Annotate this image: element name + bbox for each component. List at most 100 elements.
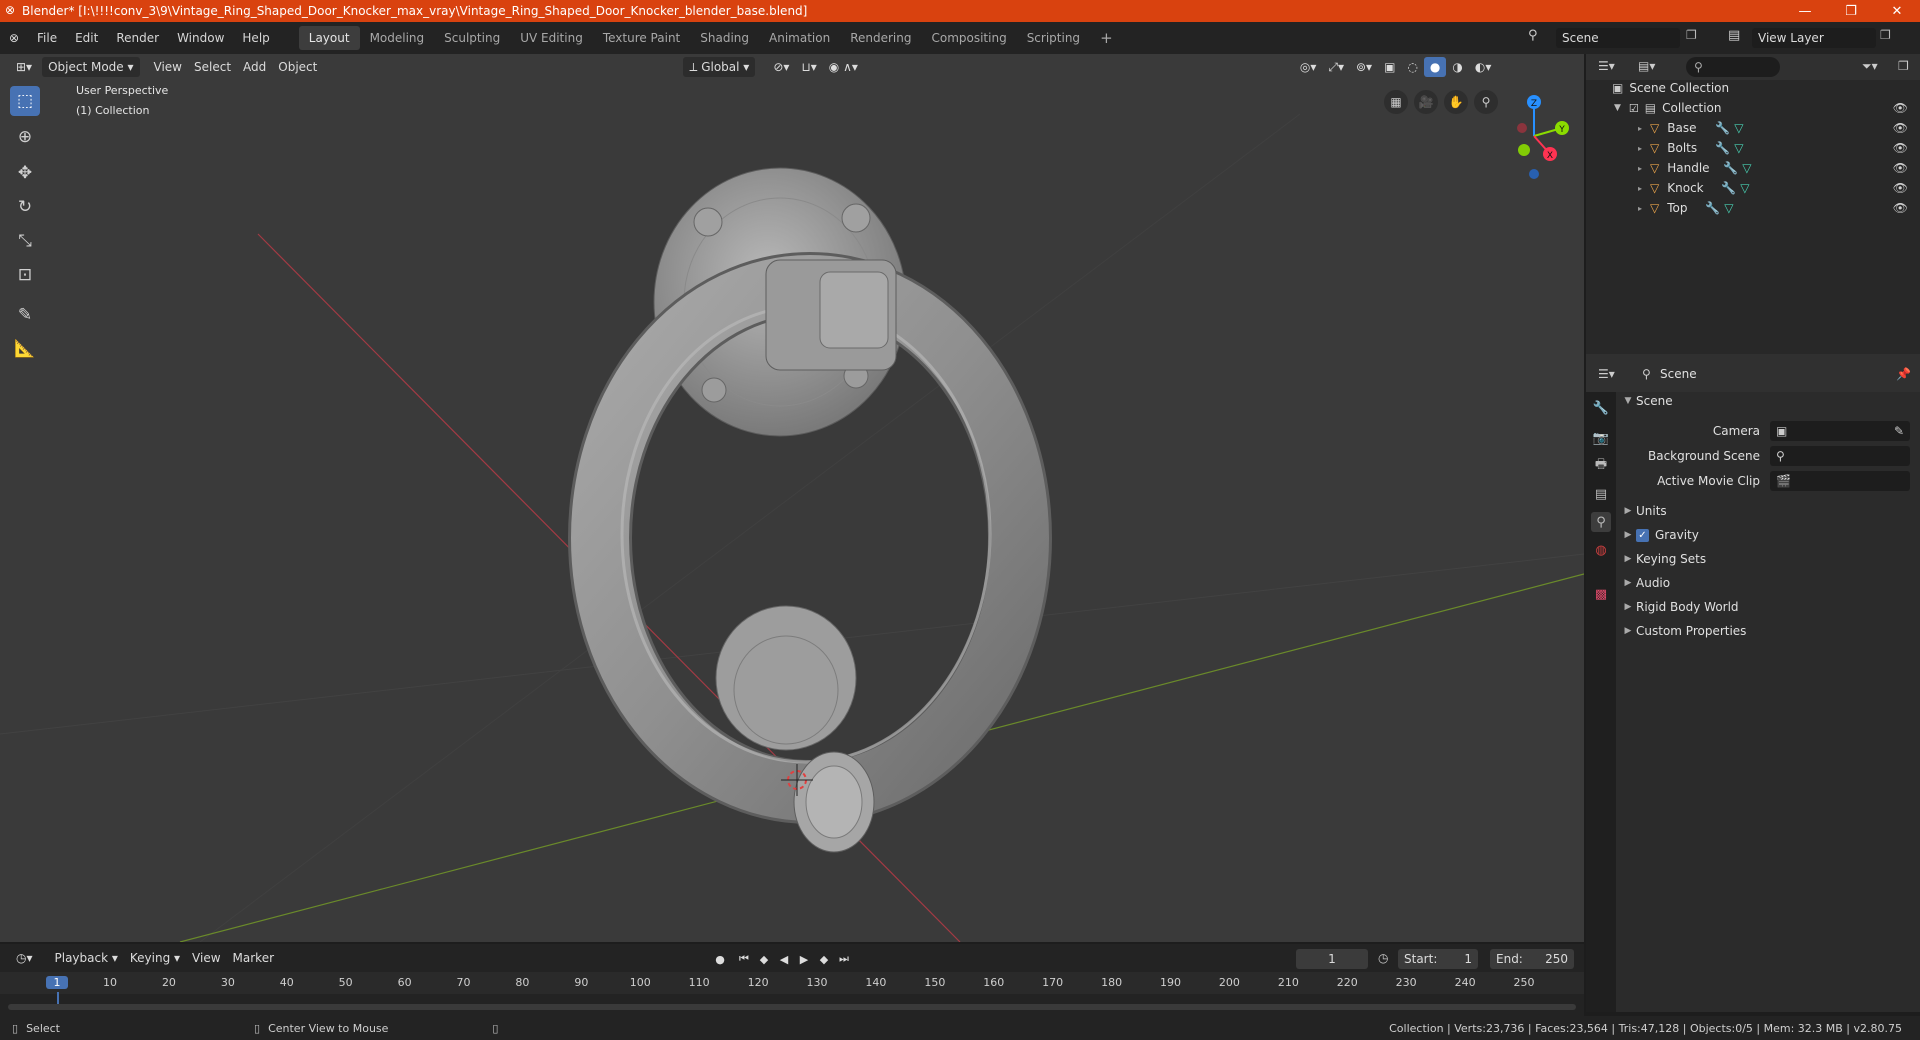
- tab-compositing[interactable]: Compositing: [921, 26, 1016, 50]
- new-view-layer-icon[interactable]: ❐: [1880, 28, 1891, 42]
- eyedropper-icon[interactable]: ✎: [1894, 421, 1904, 441]
- scale-tool-icon[interactable]: ⤡: [10, 226, 40, 256]
- rigid-body-world-panel-header[interactable]: ▶ Rigid Body World: [1620, 596, 1916, 618]
- material-shading-icon[interactable]: ◑: [1446, 57, 1468, 77]
- annotate-tool-icon[interactable]: ✎: [10, 300, 40, 330]
- pivot-icon[interactable]: ⊘▾: [767, 57, 795, 77]
- new-collection-icon[interactable]: ❐: [1898, 59, 1909, 73]
- expand-icon[interactable]: ▸: [1638, 184, 1642, 193]
- units-panel-header[interactable]: ▶ Units: [1620, 500, 1916, 522]
- outliner-row-knock[interactable]: ▸ ▽ Knock 🔧 ▽ 👁: [1586, 178, 1920, 198]
- output-tab-icon[interactable]: 🖶: [1591, 456, 1611, 476]
- menu-file[interactable]: File: [28, 22, 66, 54]
- keying-sets-panel-header[interactable]: ▶ Keying Sets: [1620, 548, 1916, 570]
- tab-sculpting[interactable]: Sculpting: [434, 26, 510, 50]
- timeline[interactable]: ◷▾ Playback ▾ Keying ▾ View Marker ● ⏮ ◆…: [0, 944, 1584, 1016]
- menu-playback[interactable]: Playback ▾: [49, 948, 124, 968]
- collapse-icon[interactable]: ▼: [1614, 103, 1621, 113]
- menu-timeline-view[interactable]: View: [186, 948, 226, 968]
- move-tool-icon[interactable]: ✥: [10, 158, 40, 188]
- active-movie-clip-field[interactable]: 🎬: [1770, 471, 1910, 491]
- render-tab-icon[interactable]: 📷: [1591, 428, 1611, 448]
- eye-icon[interactable]: 👁: [1893, 121, 1908, 135]
- tab-rendering[interactable]: Rendering: [840, 26, 921, 50]
- menu-window[interactable]: Window: [168, 22, 233, 54]
- eye-icon[interactable]: 👁: [1893, 101, 1908, 115]
- camera-view-icon[interactable]: 🎥: [1414, 90, 1438, 114]
- menu-edit[interactable]: Edit: [66, 22, 107, 54]
- scene-panel-header[interactable]: ▼ Scene: [1620, 390, 1916, 412]
- menu-select[interactable]: Select: [188, 57, 237, 77]
- display-mode-icon[interactable]: ▤▾: [1638, 59, 1655, 73]
- menu-keying[interactable]: Keying ▾: [124, 948, 186, 968]
- scene-tab-icon[interactable]: ⚲: [1591, 512, 1611, 532]
- outliner-row-top[interactable]: ▸ ▽ Top 🔧 ▽ 👁: [1586, 198, 1920, 218]
- minimize-button[interactable]: —: [1782, 0, 1828, 22]
- 3d-viewport[interactable]: ⊞▾ Object Mode ▾ View Select Add Object …: [0, 54, 1584, 942]
- end-frame-field[interactable]: End: 250: [1490, 949, 1574, 969]
- navigation-gizmo[interactable]: Z Y X: [1494, 84, 1574, 184]
- blender-menu-icon[interactable]: ⊗: [0, 31, 28, 45]
- pin-icon[interactable]: 📌: [1896, 367, 1911, 381]
- tab-modeling[interactable]: Modeling: [360, 26, 435, 50]
- editor-type-icon[interactable]: ⊞▾: [10, 57, 38, 77]
- filter-icon[interactable]: ⏷▾: [1862, 59, 1878, 74]
- outliner-row-collection[interactable]: ▼ ☑ ▤ Collection 👁: [1586, 98, 1920, 118]
- proportional-edit-icon[interactable]: ◉ ∧▾: [823, 57, 864, 77]
- mode-dropdown[interactable]: Object Mode ▾: [42, 57, 140, 77]
- outliner-row-handle[interactable]: ▸ ▽ Handle 🔧 ▽ 👁: [1586, 158, 1920, 178]
- measure-tool-icon[interactable]: 📐: [10, 334, 40, 364]
- expand-icon[interactable]: ▸: [1638, 124, 1642, 133]
- scene-field[interactable]: Scene: [1556, 28, 1680, 48]
- playhead[interactable]: [57, 992, 59, 1004]
- menu-render[interactable]: Render: [107, 22, 168, 54]
- eye-icon[interactable]: 👁: [1893, 141, 1908, 155]
- background-scene-field[interactable]: ⚲: [1770, 446, 1910, 466]
- menu-marker[interactable]: Marker: [227, 948, 280, 968]
- jump-keyframe-back-icon[interactable]: ◆: [756, 951, 772, 967]
- outliner-row-base[interactable]: ▸ ▽ Base 🔧 ▽ 👁: [1586, 118, 1920, 138]
- eye-icon[interactable]: 👁: [1893, 161, 1908, 175]
- timeline-editor-icon[interactable]: ◷▾: [10, 948, 39, 968]
- toggle-grid-view-icon[interactable]: ▦: [1384, 90, 1408, 114]
- outliner-row-scene-collection[interactable]: ▣ Scene Collection: [1586, 78, 1920, 98]
- tab-shading[interactable]: Shading: [690, 26, 759, 50]
- outliner-editor-icon[interactable]: ☰▾: [1598, 59, 1615, 73]
- visibility-icon[interactable]: ◎▾: [1294, 57, 1323, 77]
- properties-editor-icon[interactable]: ☰▾: [1598, 367, 1615, 381]
- tab-animation[interactable]: Animation: [759, 26, 840, 50]
- audio-panel-header[interactable]: ▶ Audio: [1620, 572, 1916, 594]
- outliner[interactable]: ☰▾ ▤▾ ⚲ ⏷▾ ❐ ▣ Scene Collection ▼ ☑ ▤ Co…: [1586, 54, 1920, 354]
- add-workspace-button[interactable]: +: [1090, 26, 1123, 50]
- expand-icon[interactable]: ▸: [1638, 204, 1642, 213]
- rendered-shading-icon[interactable]: ◐▾: [1469, 57, 1498, 77]
- timeline-scrollbar[interactable]: [8, 1004, 1576, 1010]
- transform-tool-icon[interactable]: ⊡: [10, 260, 40, 290]
- rotate-tool-icon[interactable]: ↻: [10, 192, 40, 222]
- transform-orientation-dropdown[interactable]: ⟂ Global ▾: [683, 57, 756, 77]
- play-reverse-icon[interactable]: ◀: [776, 951, 792, 967]
- play-icon[interactable]: ▶: [796, 951, 812, 967]
- view-layer-tab-icon[interactable]: ▤: [1591, 484, 1611, 504]
- collection-checkbox-icon[interactable]: ☑: [1629, 102, 1639, 115]
- overlays-icon[interactable]: ⊚▾: [1350, 57, 1378, 77]
- jump-start-icon[interactable]: ⏮: [736, 951, 752, 967]
- close-button[interactable]: ✕: [1874, 0, 1920, 22]
- gizmo-toggle-icon[interactable]: ⤢▾: [1322, 57, 1350, 77]
- maximize-button[interactable]: ❐: [1828, 0, 1874, 22]
- expand-icon[interactable]: ▸: [1638, 164, 1642, 173]
- view-layer-field[interactable]: View Layer: [1752, 28, 1876, 48]
- outliner-search-input[interactable]: ⚲: [1686, 57, 1780, 77]
- menu-add[interactable]: Add: [237, 57, 272, 77]
- tab-texture-paint[interactable]: Texture Paint: [593, 26, 690, 50]
- record-icon[interactable]: ●: [712, 951, 728, 967]
- solid-shading-icon[interactable]: ●: [1423, 57, 1447, 77]
- menu-view[interactable]: View: [148, 57, 188, 77]
- eye-icon[interactable]: 👁: [1893, 181, 1908, 195]
- select-box-tool-icon[interactable]: ⬚: [10, 86, 40, 116]
- menu-help[interactable]: Help: [233, 22, 278, 54]
- pan-view-icon[interactable]: ✋: [1444, 90, 1468, 114]
- world-tab-icon[interactable]: ◍: [1591, 540, 1611, 560]
- gravity-panel-header[interactable]: ▶ ✓ Gravity: [1620, 524, 1916, 546]
- preview-range-icon[interactable]: ◷: [1378, 951, 1388, 965]
